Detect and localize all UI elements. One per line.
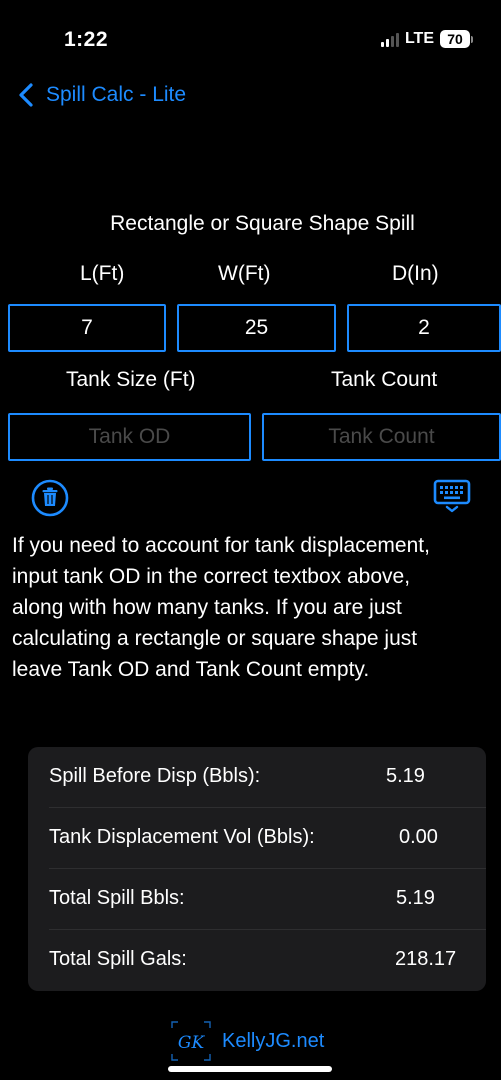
instructions-line: input tank OD in the correct textbox abo… xyxy=(12,565,411,588)
length-label: L(Ft) xyxy=(80,262,125,285)
battery-level: 70 xyxy=(440,30,470,48)
result-value: 5.19 xyxy=(386,765,425,787)
width-label: W(Ft) xyxy=(218,262,271,285)
battery-icon: 70 xyxy=(440,30,473,48)
status-bar: 1:22 LTE 70 xyxy=(0,0,501,80)
instructions-line: leave Tank OD and Tank Count empty. xyxy=(12,658,370,681)
back-button[interactable]: Spill Calc - Lite xyxy=(14,80,186,110)
instructions-line: along with how many tanks. If you are ju… xyxy=(12,596,402,619)
tank-count-label: Tank Count xyxy=(331,368,438,391)
depth-label: D(In) xyxy=(392,262,439,285)
back-button-label: Spill Calc - Lite xyxy=(46,83,187,106)
result-label: Tank Displacement Vol (Bbls): xyxy=(49,826,315,848)
result-row-total-bbls: Total Spill Bbls: 5.19 xyxy=(28,869,486,929)
result-value: 5.19 xyxy=(396,887,435,909)
length-input[interactable] xyxy=(8,304,166,352)
results-card: Spill Before Disp (Bbls): 5.19 Tank Disp… xyxy=(28,747,486,991)
keyboard-dismiss-icon[interactable] xyxy=(432,477,472,517)
status-time: 1:22 xyxy=(64,28,109,51)
tank-od-input[interactable] xyxy=(8,413,251,461)
tank-count-input[interactable] xyxy=(262,413,501,461)
kellyjg-logo-icon: GK xyxy=(171,1021,211,1061)
instructions-line: calculating a rectangle or square shape … xyxy=(12,627,418,650)
result-value: 218.17 xyxy=(395,948,457,970)
depth-input[interactable] xyxy=(347,304,501,352)
status-indicators: LTE 70 xyxy=(380,30,473,48)
result-label: Spill Before Disp (Bbls): xyxy=(49,765,261,787)
logo-text: GK xyxy=(178,1033,206,1053)
result-value: 0.00 xyxy=(399,826,438,848)
network-type: LTE xyxy=(404,30,434,47)
result-row-spill-before-disp: Spill Before Disp (Bbls): 5.19 xyxy=(28,747,486,807)
instructions-line: If you need to account for tank displace… xyxy=(12,534,430,557)
result-row-tank-displacement: Tank Displacement Vol (Bbls): 0.00 xyxy=(28,808,486,868)
home-indicator[interactable] xyxy=(168,1066,332,1072)
trash-icon[interactable] xyxy=(30,478,70,518)
chevron-left-icon xyxy=(19,83,33,107)
result-label: Total Spill Gals: xyxy=(49,948,187,970)
width-input[interactable] xyxy=(177,304,336,352)
result-row-total-gals: Total Spill Gals: 218.17 xyxy=(28,930,486,990)
cellular-signal-icon xyxy=(380,31,399,47)
shape-title: Rectangle or Square Shape Spill xyxy=(110,212,415,235)
instructions-text: If you need to account for tank displace… xyxy=(12,530,501,685)
website-link-text: KellyJG.net xyxy=(222,1029,325,1052)
tank-size-label: Tank Size (Ft) xyxy=(66,368,196,391)
website-link[interactable]: GK KellyJG.net xyxy=(170,1020,324,1062)
result-label: Total Spill Bbls: xyxy=(49,887,185,909)
